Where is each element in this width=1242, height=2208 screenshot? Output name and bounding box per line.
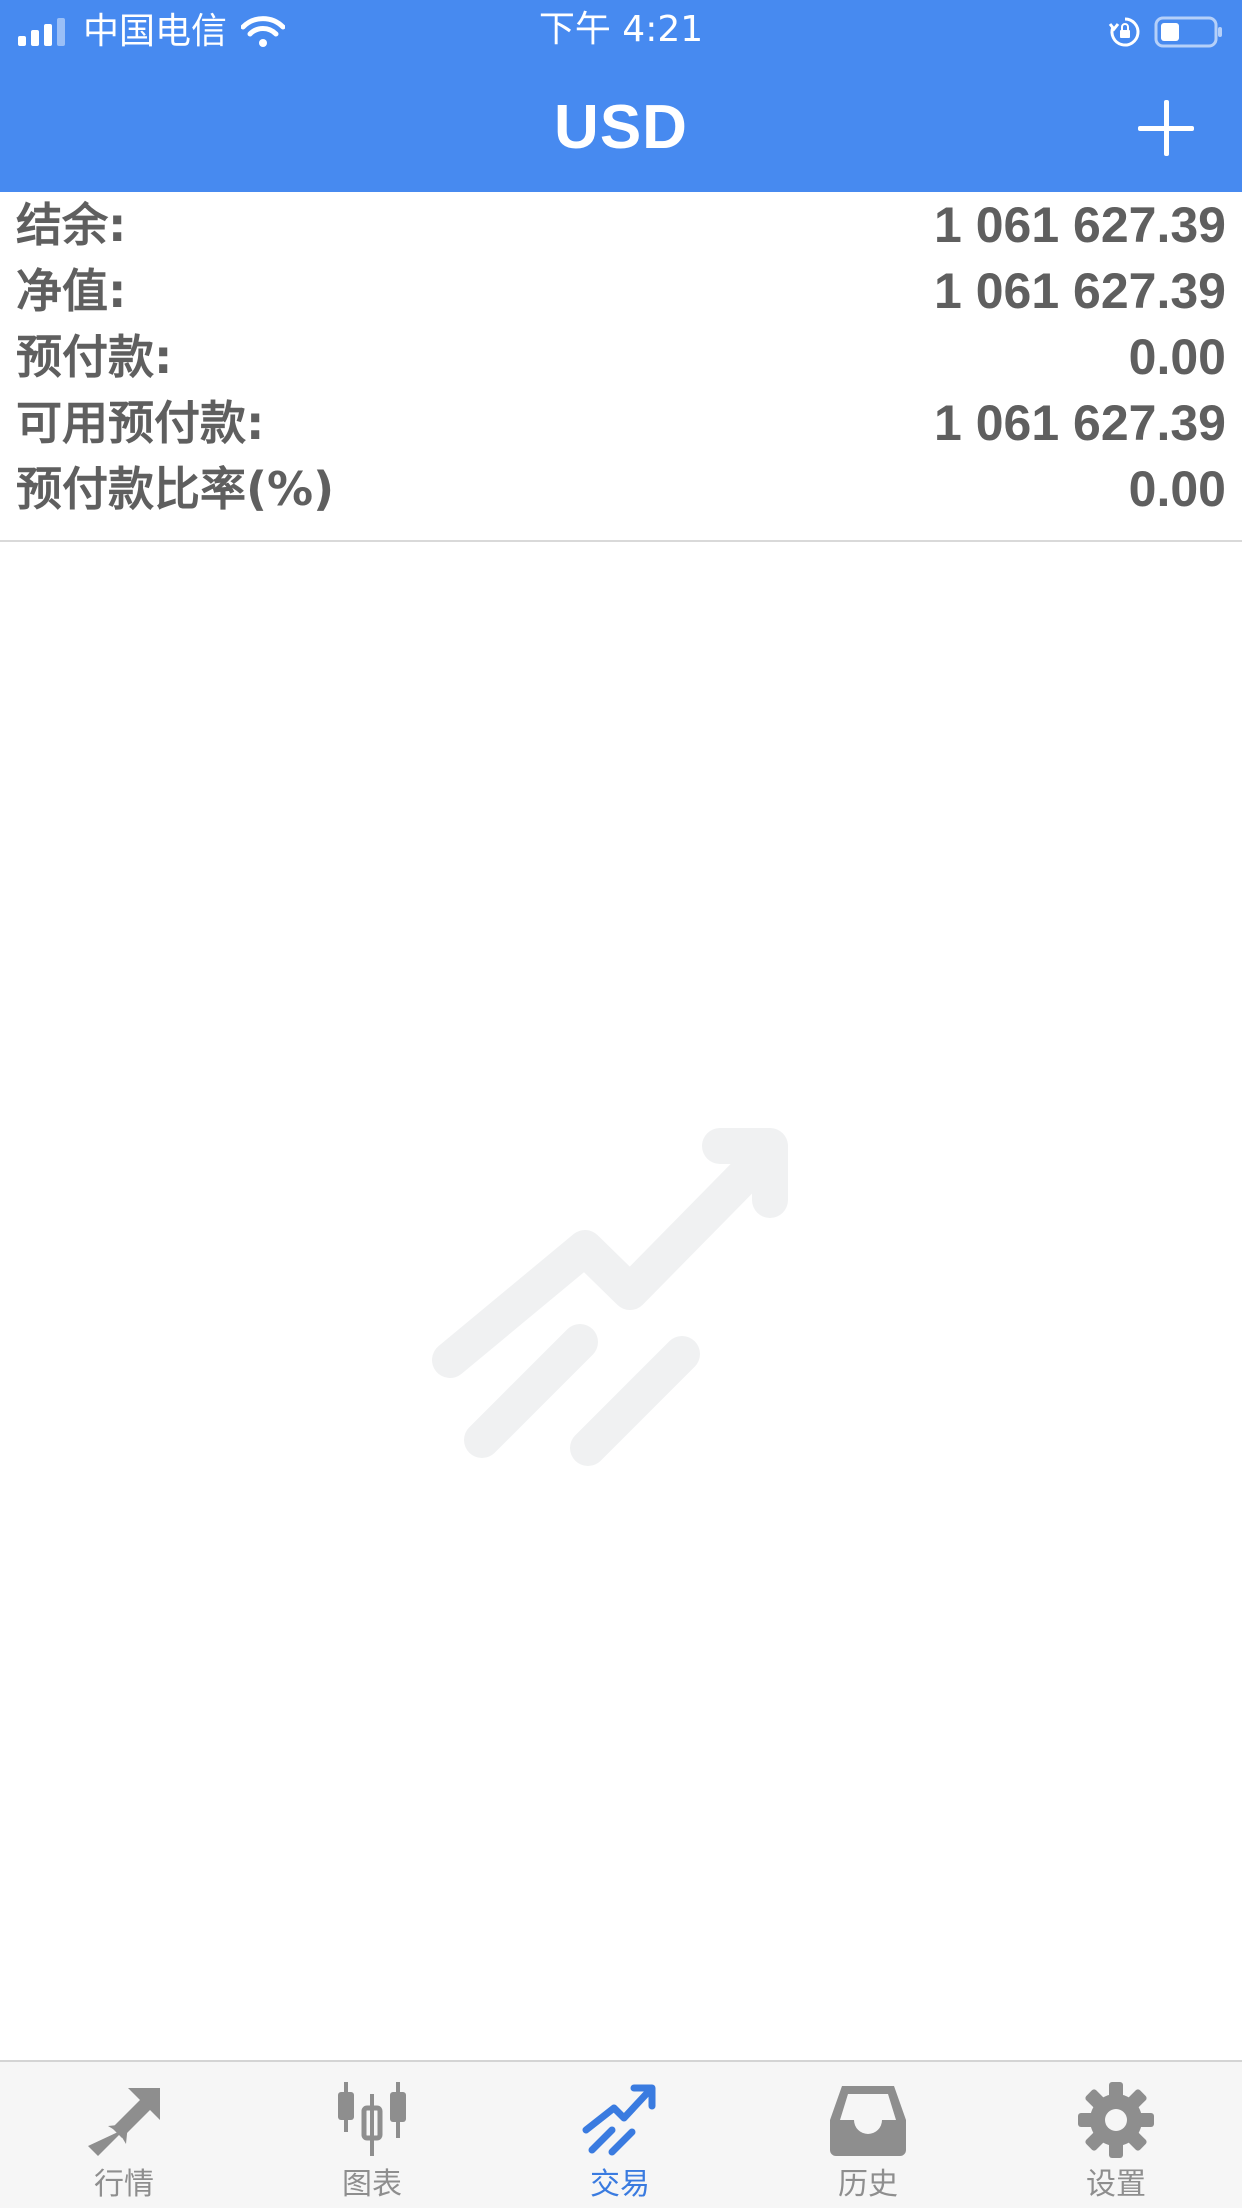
tab-settings[interactable]: 设置 (992, 2062, 1240, 2208)
tab-label: 设置 (1086, 2167, 1146, 2202)
status-right (1108, 14, 1224, 50)
tab-label: 交易 (590, 2167, 650, 2202)
summary-label: 净值: (16, 264, 127, 318)
tab-label: 历史 (838, 2167, 898, 2202)
tab-bar: 行情 图表 交易 历史 设置 (0, 2060, 1242, 2208)
summary-row-margin: 预付款: 0.00 (16, 324, 1226, 390)
summary-row-free-margin: 可用预付款: 1 061 627.39 (16, 390, 1226, 456)
battery-icon (1154, 16, 1222, 48)
quotes-icon (88, 2088, 160, 2156)
summary-label: 结余: (16, 198, 127, 252)
settings-icon (1078, 2082, 1154, 2158)
trade-watermark-icon (432, 1128, 788, 1466)
account-summary: 结余: 1 061 627.39 净值: 1 061 627.39 预付款: 0… (0, 192, 1242, 542)
navigation-bar: USD (0, 64, 1242, 192)
status-bar: 中国电信 下午 4:21 (0, 0, 1242, 64)
tab-label: 行情 (94, 2167, 154, 2202)
tab-chart[interactable]: 图表 (248, 2062, 496, 2208)
summary-row-balance: 结余: 1 061 627.39 (16, 192, 1226, 258)
add-order-button[interactable] (1130, 92, 1202, 164)
tab-quotes[interactable]: 行情 (0, 2062, 248, 2208)
summary-row-equity: 净值: 1 061 627.39 (16, 258, 1226, 324)
tab-trade[interactable]: 交易 (496, 2062, 744, 2208)
page-title: USD (554, 93, 688, 162)
summary-label: 可用预付款: (16, 396, 265, 450)
tab-history[interactable]: 历史 (744, 2062, 992, 2208)
trade-screen: 中国电信 下午 4:21 USD 结余: 1 061 627.39 净值: 1 … (0, 0, 1242, 2208)
summary-value: 1 061 627.39 (934, 197, 1226, 253)
summary-value: 0.00 (1128, 461, 1226, 517)
chart-icon (338, 2082, 406, 2156)
tab-label: 图表 (342, 2167, 402, 2202)
summary-row-margin-level: 预付款比率(%) 0.00 (16, 456, 1226, 522)
summary-value: 1 061 627.39 (934, 395, 1226, 451)
rotation-lock-icon (1108, 17, 1140, 47)
trade-icon (582, 2084, 656, 2156)
summary-label: 预付款: (16, 330, 173, 384)
summary-label: 预付款比率(%) (16, 462, 335, 516)
history-icon (830, 2086, 906, 2156)
summary-value: 1 061 627.39 (934, 263, 1226, 319)
status-time: 下午 4:21 (538, 9, 704, 50)
summary-value: 0.00 (1128, 329, 1226, 385)
